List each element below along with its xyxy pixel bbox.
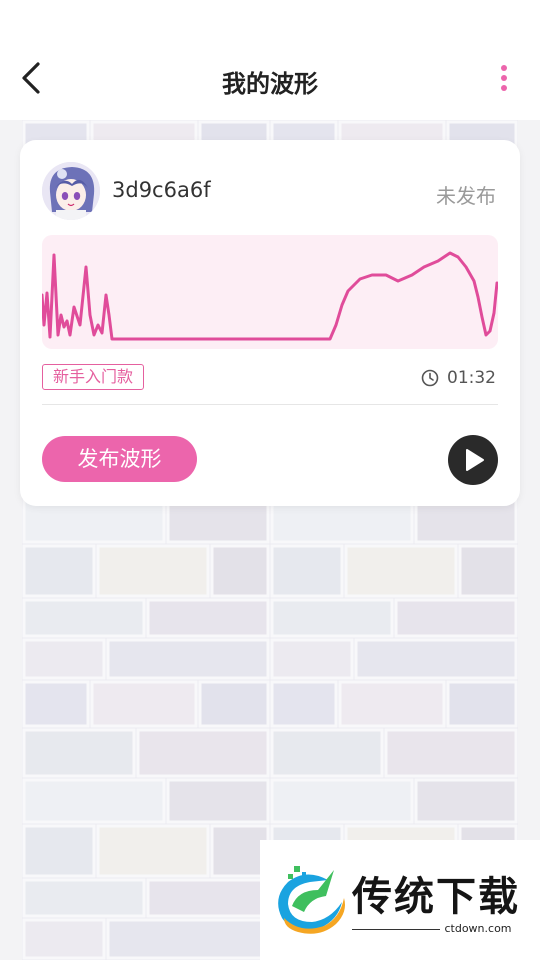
publish-status: 未发布: [436, 184, 496, 208]
brand-url: ctdown.com: [260, 922, 540, 935]
difficulty-tag: 新手入门款: [42, 364, 145, 390]
waveform-graph: [42, 251, 498, 341]
brand-url-text: ctdown.com: [440, 922, 516, 935]
watermark: 传统下载 ctdown.com: [260, 840, 540, 960]
waveform-preview: [42, 235, 498, 349]
clock-icon: [421, 369, 439, 387]
avatar-image: [42, 162, 100, 220]
app-header: 我的波形: [0, 0, 540, 120]
publish-waveform-button[interactable]: 发布波形: [42, 436, 197, 482]
page-title: 我的波形: [222, 70, 318, 98]
duration-text: 01:32: [447, 368, 496, 388]
divider: [42, 404, 498, 405]
play-button[interactable]: [448, 435, 498, 485]
more-vertical-icon: [501, 65, 507, 91]
more-button[interactable]: [494, 64, 514, 94]
duration-display: 01:32: [421, 366, 496, 390]
waveform-card: 3d9c6a6f 未发布 新手入门款 01:32 发布波形: [20, 140, 520, 506]
username: 3d9c6a6f: [112, 178, 211, 202]
play-icon: [466, 449, 484, 471]
brand-name: 传统下载: [352, 874, 520, 920]
avatar[interactable]: [42, 162, 100, 220]
